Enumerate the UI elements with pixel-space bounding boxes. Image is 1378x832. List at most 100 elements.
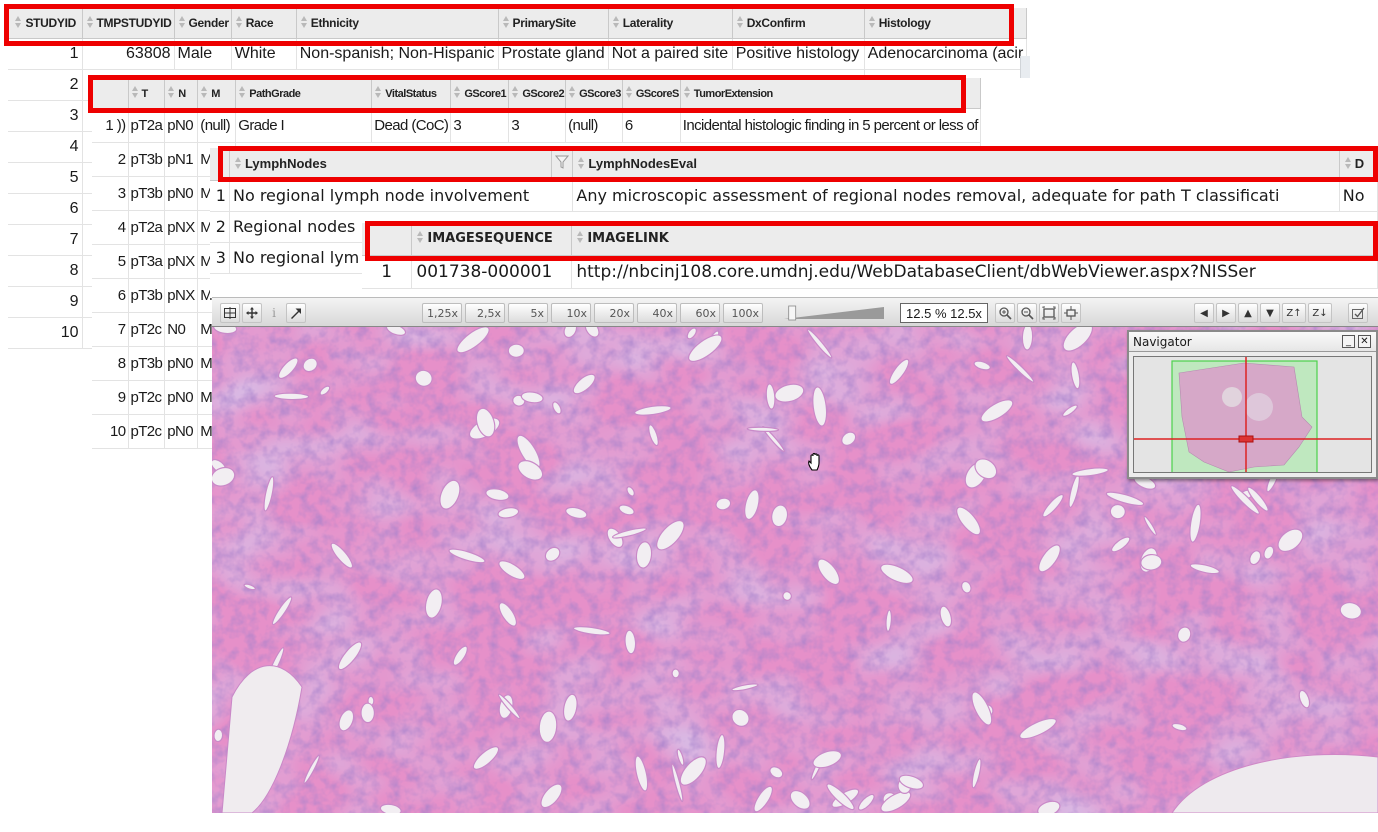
zoom-readout[interactable]: 12.5 % 12.5x bbox=[900, 303, 988, 323]
fit-to-window-button[interactable] bbox=[1039, 303, 1059, 323]
sort-icon[interactable] bbox=[235, 15, 243, 28]
magnification-button[interactable]: 5x bbox=[508, 303, 548, 323]
column-header-t[interactable]: T bbox=[128, 78, 166, 109]
table-row[interactable]: 1 No regional lymph node involvement Any… bbox=[210, 180, 1378, 212]
center-view-button[interactable] bbox=[1061, 303, 1081, 323]
magnification-button[interactable]: 20x bbox=[594, 303, 634, 323]
z-down-button[interactable]: Z↓ bbox=[1308, 303, 1332, 323]
sort-icon[interactable] bbox=[1344, 157, 1352, 170]
sort-icon[interactable] bbox=[576, 231, 584, 244]
column-header-primarysite[interactable]: PrimarySite bbox=[498, 8, 609, 39]
column-header-vitalstatus[interactable]: VitalStatus bbox=[371, 78, 452, 109]
ethnicity-cell: Non-spanish; Non-Hispanic bbox=[296, 38, 499, 70]
sort-icon[interactable] bbox=[14, 15, 22, 28]
imagelink-cell[interactable]: http://nbcinj108.core.umdnj.edu/WebDatab… bbox=[571, 255, 1378, 289]
n-cell: pN0 bbox=[164, 346, 199, 381]
column-header-imagelink[interactable]: IMAGELINK bbox=[571, 223, 1378, 256]
pointer-tool-button[interactable] bbox=[286, 303, 306, 323]
grid-tool-button[interactable] bbox=[220, 303, 240, 323]
filter-icon bbox=[555, 155, 570, 170]
pan-tool-button[interactable] bbox=[242, 303, 262, 323]
sort-icon[interactable] bbox=[612, 15, 620, 28]
column-header-gscore3[interactable]: GScore3 bbox=[565, 78, 623, 109]
studyid-cell: 2 bbox=[8, 69, 83, 101]
sort-icon[interactable] bbox=[568, 85, 576, 98]
magnification-button[interactable]: 10x bbox=[551, 303, 591, 323]
column-header-race[interactable]: Race bbox=[231, 8, 297, 39]
sort-icon[interactable] bbox=[453, 85, 461, 98]
navigator-titlebar[interactable]: Navigator bbox=[1129, 332, 1376, 352]
t-cell: pT3b bbox=[128, 278, 166, 313]
zoom-slider-thumb[interactable] bbox=[788, 305, 797, 321]
zoom-out-button[interactable] bbox=[1017, 303, 1037, 323]
column-header-d[interactable]: D bbox=[1339, 148, 1378, 181]
navigator-thumbnail[interactable] bbox=[1133, 356, 1372, 473]
column-header-imagesequence[interactable]: IMAGESEQUENCE bbox=[411, 223, 573, 256]
thumbnail-detail bbox=[1245, 393, 1273, 421]
sort-icon[interactable] bbox=[300, 15, 308, 28]
column-header-laterality[interactable]: Laterality bbox=[608, 8, 733, 39]
row-number: 1 bbox=[210, 180, 230, 212]
column-header-dxconfirm[interactable]: DxConfirm bbox=[732, 8, 865, 39]
column-header-studyid[interactable]: STUDYID bbox=[8, 8, 83, 39]
column-header-tmpstudyid[interactable]: TMPSTUDYID bbox=[82, 8, 175, 39]
pathgrade-cell: Grade I bbox=[235, 108, 373, 143]
zoom-slider[interactable] bbox=[784, 305, 884, 321]
t-cell: pT3b bbox=[128, 176, 166, 211]
sort-icon[interactable] bbox=[86, 15, 94, 28]
sort-icon[interactable] bbox=[502, 15, 510, 28]
sort-icon[interactable] bbox=[625, 85, 633, 98]
sort-icon[interactable] bbox=[416, 231, 424, 244]
arrow-right-icon: ▶ bbox=[1222, 307, 1230, 319]
column-header-n[interactable]: N bbox=[164, 78, 199, 109]
options-button[interactable] bbox=[1348, 303, 1368, 323]
sort-icon[interactable] bbox=[868, 15, 876, 28]
column-header-lymphnodes[interactable]: LymphNodes bbox=[229, 148, 553, 181]
sort-icon[interactable] bbox=[167, 85, 175, 98]
magnification-button[interactable]: 40x bbox=[637, 303, 677, 323]
filter-button[interactable] bbox=[551, 148, 574, 181]
sort-icon[interactable] bbox=[131, 85, 139, 98]
z-up-button[interactable]: Z↑ bbox=[1282, 303, 1306, 323]
pan-left-button[interactable]: ◀ bbox=[1194, 303, 1214, 323]
column-header-m[interactable]: M bbox=[197, 78, 237, 109]
magnification-button[interactable]: 60x bbox=[680, 303, 720, 323]
sort-icon[interactable] bbox=[238, 85, 246, 98]
magnification-button[interactable]: 1,25x bbox=[422, 303, 462, 323]
magnification-button[interactable]: 100x bbox=[723, 303, 763, 323]
pan-up-button[interactable]: ▲ bbox=[1238, 303, 1258, 323]
pan-right-button[interactable]: ▶ bbox=[1216, 303, 1236, 323]
row-number: 9 bbox=[92, 380, 129, 415]
column-header-pathgrade[interactable]: PathGrade bbox=[235, 78, 373, 109]
zoom-in-button[interactable] bbox=[995, 303, 1015, 323]
race-cell: White bbox=[231, 38, 297, 70]
sort-icon[interactable] bbox=[736, 15, 744, 28]
navigator-close-button[interactable]: ✕ bbox=[1358, 335, 1371, 348]
column-header-gscores[interactable]: GScoreS bbox=[622, 78, 681, 109]
sort-icon[interactable] bbox=[234, 157, 242, 170]
navigator-minimize-button[interactable]: _ bbox=[1342, 335, 1355, 348]
table-row[interactable]: 1 001738-000001 http://nbcinj108.core.um… bbox=[362, 255, 1378, 289]
navigator-window[interactable]: Navigator _ ✕ bbox=[1127, 330, 1378, 479]
row-number: 3 bbox=[210, 242, 230, 274]
sort-icon[interactable] bbox=[178, 15, 186, 28]
sort-icon[interactable] bbox=[577, 157, 585, 170]
n-cell: pNX bbox=[164, 278, 199, 313]
column-header-ethnicity[interactable]: Ethnicity bbox=[296, 8, 499, 39]
column-header-lymphnodeseval[interactable]: LymphNodesEval bbox=[572, 148, 1340, 181]
column-header-gscore1[interactable]: GScore1 bbox=[450, 78, 510, 109]
sort-icon[interactable] bbox=[511, 85, 519, 98]
sort-icon[interactable] bbox=[200, 85, 208, 98]
pan-down-button[interactable]: ▼ bbox=[1260, 303, 1280, 323]
sort-icon[interactable] bbox=[683, 85, 691, 98]
column-header-gender[interactable]: Gender bbox=[174, 8, 232, 39]
sort-icon[interactable] bbox=[374, 85, 382, 98]
table-row[interactable]: 1 63808 Male White Non-spanish; Non-Hisp… bbox=[8, 38, 1028, 70]
info-tool-button[interactable]: i bbox=[264, 303, 284, 323]
magnification-button[interactable]: 2,5x bbox=[465, 303, 505, 323]
column-header-tumorextension[interactable]: TumorExtension bbox=[680, 78, 981, 109]
navigator-title: Navigator bbox=[1133, 335, 1192, 349]
column-header-gscore2[interactable]: GScore2 bbox=[508, 78, 567, 109]
table-row[interactable]: 1 )) pT2a pN0 (null) Grade I Dead (CoC) … bbox=[92, 108, 981, 143]
column-header-histology[interactable]: Histology bbox=[864, 8, 1028, 39]
